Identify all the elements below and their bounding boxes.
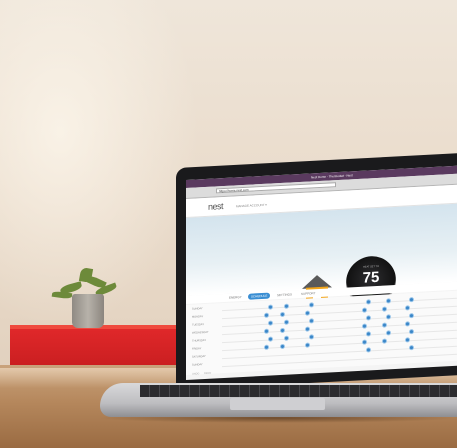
schedule-setpoint[interactable] xyxy=(409,297,414,303)
schedule-setpoint[interactable] xyxy=(305,310,310,316)
schedule-setpoint[interactable] xyxy=(366,347,371,353)
keyboard xyxy=(140,385,457,397)
schedule-setpoint[interactable] xyxy=(366,315,371,321)
schedule-setpoint[interactable] xyxy=(284,335,289,341)
schedule-setpoint[interactable] xyxy=(386,314,391,320)
schedule-setpoint[interactable] xyxy=(264,312,269,318)
schedule-day-label: THURSDAY xyxy=(192,338,207,343)
schedule-setpoint[interactable] xyxy=(405,337,410,343)
plant-pot xyxy=(72,294,104,328)
schedule-setpoint[interactable] xyxy=(305,326,310,332)
schedule-setpoint[interactable] xyxy=(264,344,269,350)
schedule-setpoint[interactable] xyxy=(284,303,289,309)
schedule-day-label: SATURDAY xyxy=(192,354,206,359)
tab-support[interactable]: SUPPORT xyxy=(298,290,318,297)
schedule-setpoint[interactable] xyxy=(382,322,387,328)
schedule-day-label: WEDNESDAY xyxy=(192,330,209,335)
tab-schedule[interactable]: SCHEDULE xyxy=(248,292,271,300)
laptop-screen: Nest Home - Thermostat - Nest https://ho… xyxy=(186,165,457,380)
schedule-day-label: TUESDAY xyxy=(192,323,205,327)
redo-button[interactable]: REDO xyxy=(204,372,211,375)
window-title: Nest Home - Thermostat - Nest xyxy=(311,173,353,180)
schedule-setpoint[interactable] xyxy=(280,311,285,318)
schedule-setpoint[interactable] xyxy=(409,313,414,319)
schedule-setpoint[interactable] xyxy=(405,321,410,327)
schedule-setpoint[interactable] xyxy=(366,331,371,337)
schedule-setpoint[interactable] xyxy=(305,342,310,348)
schedule-day-label: FRIDAY xyxy=(192,347,202,351)
red-shelf xyxy=(10,329,180,369)
schedule-setpoint[interactable] xyxy=(362,323,367,329)
schedule-setpoint[interactable] xyxy=(405,305,410,311)
nest-logo[interactable]: nest xyxy=(208,201,223,212)
schedule-setpoint[interactable] xyxy=(362,339,367,345)
schedule-setpoint[interactable] xyxy=(366,299,371,305)
schedule-setpoint[interactable] xyxy=(382,338,387,344)
schedule-setpoint[interactable] xyxy=(268,336,273,342)
schedule-setpoint[interactable] xyxy=(284,319,289,325)
schedule-setpoint[interactable] xyxy=(268,304,273,310)
schedule-setpoint[interactable] xyxy=(409,329,414,335)
schedule-setpoint[interactable] xyxy=(362,307,367,313)
schedule-setpoint[interactable] xyxy=(280,327,285,334)
scene-photo: Nest Home - Thermostat - Nest https://ho… xyxy=(0,0,457,448)
schedule-grid[interactable]: SUNDAY MONDAY TUESDAY WEDNESDAY THURSDAY FRID… xyxy=(186,290,457,375)
schedule-setpoint[interactable] xyxy=(386,298,391,304)
account-menu[interactable]: MANAGE ACCOUNT ▾ xyxy=(236,203,267,209)
schedule-day-label: SUNDAY xyxy=(192,363,203,367)
trackpad xyxy=(230,398,325,410)
schedule-setpoint[interactable] xyxy=(309,318,314,324)
schedule-day-label: SUNDAY xyxy=(192,307,203,311)
schedule-setpoint[interactable] xyxy=(386,330,391,336)
schedule-setpoint[interactable] xyxy=(382,306,387,312)
home-banner: MAIN HOUSE HEAT SET TO 75 LIVING ROOM xyxy=(186,203,457,312)
schedule-setpoint[interactable] xyxy=(264,328,269,334)
schedule-setpoint[interactable] xyxy=(409,345,414,351)
schedule-day-label: MONDAY xyxy=(192,315,204,319)
schedule-setpoint[interactable] xyxy=(268,320,273,326)
tab-settings[interactable]: SETTINGS xyxy=(274,291,295,298)
schedule-setpoint[interactable] xyxy=(309,302,314,308)
tab-energy[interactable]: ENERGY xyxy=(226,294,245,301)
schedule-setpoint[interactable] xyxy=(309,334,314,340)
undo-button[interactable]: UNDO xyxy=(192,372,199,375)
schedule-setpoint[interactable] xyxy=(280,343,285,350)
